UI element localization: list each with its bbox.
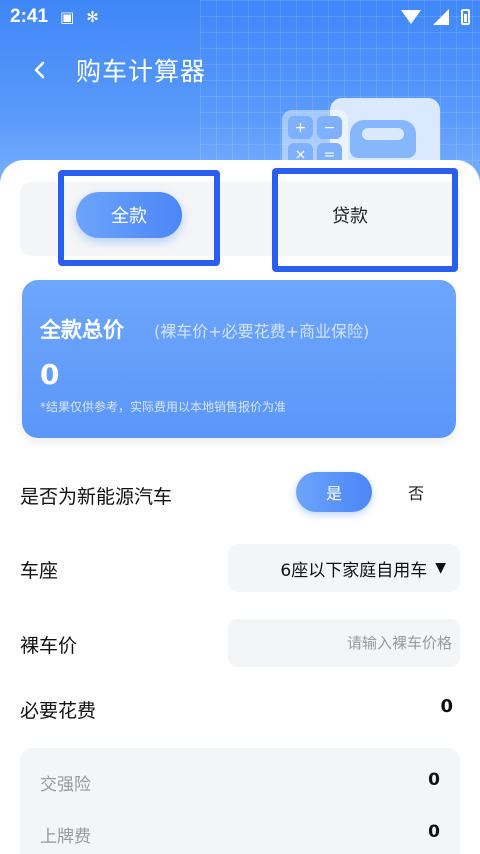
new-energy-yes-button[interactable]: 是 [296, 472, 372, 512]
dropdown-caret-icon: ▼ [435, 560, 446, 576]
signal-icon [433, 9, 449, 25]
compulsory-insurance-value: 0 [428, 770, 440, 790]
total-title: 全款总价 [40, 318, 124, 342]
a-icon: ▣ [60, 8, 75, 26]
status-time: 2:41 [10, 6, 49, 27]
required-fees-value: 0 [440, 696, 453, 717]
battery-icon [461, 9, 470, 25]
status-bar: 2:41 ▣ ✻ [0, 0, 480, 34]
total-price-card: 全款总价 (裸车价+必要花费+商业保险) 0 *结果仅供参考，实际费用以本地销售… [22, 280, 456, 438]
new-energy-toggle: 是 否 [296, 472, 460, 514]
bare-price-input[interactable] [228, 619, 460, 667]
total-note: *结果仅供参考，实际费用以本地销售报价为准 [40, 400, 287, 414]
required-fees-label: 必要花费 [20, 700, 97, 722]
page-title: 购车计算器 [76, 57, 207, 86]
highlight-box-full [58, 170, 220, 266]
main-content: 全款 贷款 全款总价 (裸车价+必要花费+商业保险) 0 *结果仅供参考，实际费… [0, 160, 480, 854]
seats-label: 车座 [20, 560, 59, 582]
new-energy-label: 是否为新能源汽车 [20, 486, 173, 508]
back-arrow-icon[interactable] [18, 48, 62, 92]
registration-fee-label: 上牌费 [40, 827, 91, 847]
bare-price-label: 裸车价 [20, 635, 78, 657]
compulsory-insurance-label: 交强险 [40, 775, 91, 795]
total-value: 0 [40, 358, 60, 391]
total-subtitle: (裸车价+必要花费+商业保险) [154, 322, 370, 341]
seats-select[interactable]: 6座以下家庭自用车 ▼ [228, 544, 460, 592]
wifi-icon [401, 10, 421, 24]
bug-icon: ✻ [86, 8, 99, 26]
title-bar: 购车计算器 [0, 48, 480, 92]
required-fees-breakdown: 交强险 0 上牌费 0 [20, 748, 460, 854]
highlight-box-loan [272, 168, 458, 272]
registration-fee-value: 0 [428, 822, 440, 842]
seats-value: 6座以下家庭自用车 [280, 560, 428, 581]
new-energy-no-button[interactable]: 否 [384, 472, 448, 512]
